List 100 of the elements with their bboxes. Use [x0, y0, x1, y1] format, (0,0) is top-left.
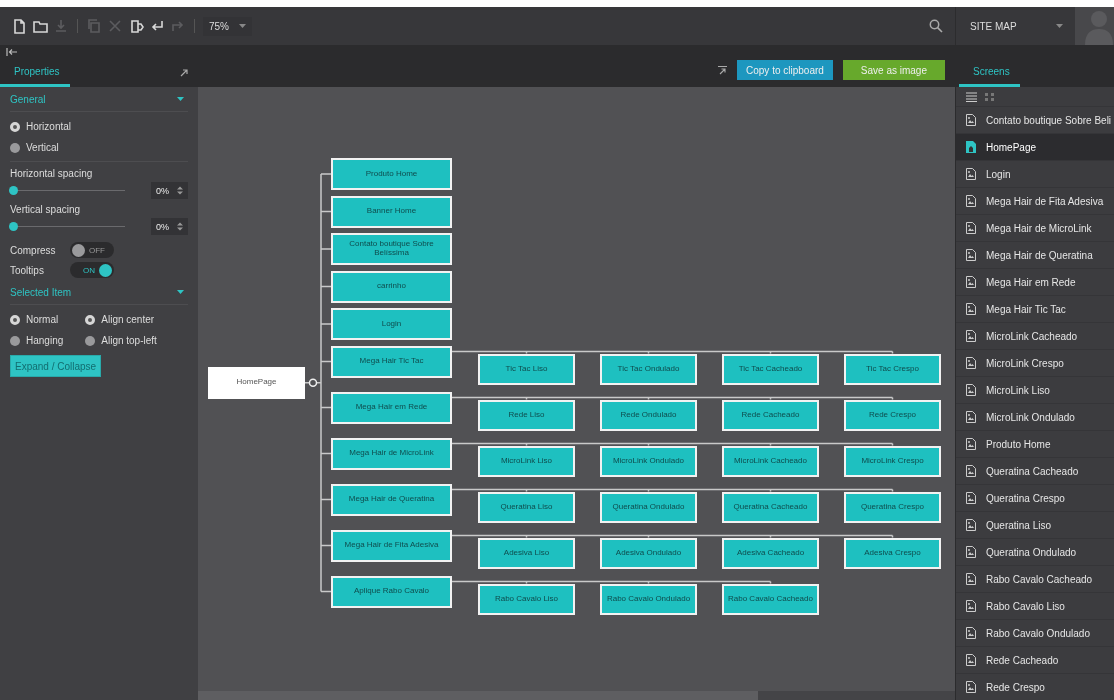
- search-icon[interactable]: [929, 19, 943, 33]
- diagram-node[interactable]: Queratina Crespo: [844, 491, 941, 523]
- screen-item[interactable]: Login: [956, 160, 1114, 187]
- section-header[interactable]: Selected Item: [10, 280, 188, 305]
- diagram-node[interactable]: MicroLink Cacheado: [722, 445, 819, 477]
- radio-option[interactable]: Normal: [10, 314, 64, 325]
- toggle-switch[interactable]: OFF: [70, 242, 114, 258]
- caret-icon[interactable]: [239, 24, 246, 28]
- screen-item[interactable]: MicroLink Liso: [956, 376, 1114, 403]
- screen-item[interactable]: Produto Home: [956, 430, 1114, 457]
- diagram-node[interactable]: Rabo Cavalo Ondulado: [600, 583, 697, 615]
- diagram-node[interactable]: Queratina Liso: [478, 491, 575, 523]
- folder-icon[interactable]: [32, 18, 48, 34]
- image-page-icon: [966, 303, 976, 315]
- screen-item[interactable]: Queratina Liso: [956, 511, 1114, 538]
- diagram-node[interactable]: Adesiva Liso: [478, 537, 575, 569]
- screen-item[interactable]: Rede Cacheado: [956, 646, 1114, 673]
- screen-item[interactable]: Mega Hair Tic Tac: [956, 295, 1114, 322]
- diagram-node[interactable]: Rede Cacheado: [722, 399, 819, 431]
- image-page-icon: [966, 627, 976, 639]
- diagram-node[interactable]: Rabo Cavalo Liso: [478, 583, 575, 615]
- screen-item[interactable]: MicroLink Crespo: [956, 349, 1114, 376]
- diagram-node[interactable]: Contato boutique Sobre Belíssima: [331, 233, 452, 265]
- diagram-node[interactable]: MicroLink Ondulado: [600, 445, 697, 477]
- diagram-node[interactable]: MicroLink Crespo: [844, 445, 941, 477]
- paste-icon[interactable]: [128, 18, 144, 34]
- diagram-node[interactable]: Banner Home: [331, 195, 452, 228]
- diagram-node[interactable]: Mega Hair em Rede: [331, 391, 452, 424]
- list-view-icon[interactable]: [966, 91, 977, 102]
- connector-line: [304, 382, 310, 384]
- diagram-node[interactable]: Aplique Rabo Cavalo: [331, 575, 452, 608]
- expand-icon[interactable]: [718, 65, 727, 75]
- diagram-node[interactable]: Mega Hair de Fita Adesiva: [331, 529, 452, 562]
- screen-item[interactable]: Rabo Cavalo Cacheado: [956, 565, 1114, 592]
- screen-item[interactable]: MicroLink Ondulado: [956, 403, 1114, 430]
- radio-option[interactable]: Hanging: [10, 335, 64, 346]
- image-page-icon: [966, 519, 976, 531]
- screen-item[interactable]: Mega Hair de Fita Adesiva: [956, 187, 1114, 214]
- radio-option[interactable]: Vertical: [10, 142, 188, 153]
- diagram-node[interactable]: Tic Tac Liso: [478, 353, 575, 385]
- copy-button[interactable]: Copy to clipboard: [737, 60, 833, 80]
- caret-icon[interactable]: [177, 290, 184, 294]
- toggle-switch[interactable]: ON: [70, 262, 114, 278]
- screen-item[interactable]: Queratina Ondulado: [956, 538, 1114, 565]
- spinner-icon[interactable]: [177, 222, 183, 231]
- screen-item[interactable]: HomePage: [956, 133, 1114, 160]
- screen-item[interactable]: Queratina Crespo: [956, 484, 1114, 511]
- diagram-node[interactable]: Mega Hair Tic Tac: [331, 345, 452, 378]
- image-page-icon: [966, 411, 976, 423]
- screen-item[interactable]: MicroLink Cacheado: [956, 322, 1114, 349]
- diagram-node[interactable]: Tic Tac Cacheado: [722, 353, 819, 385]
- section-header[interactable]: General: [10, 87, 188, 112]
- diagram-node[interactable]: Adesiva Cacheado: [722, 537, 819, 569]
- diagram-node[interactable]: Rede Liso: [478, 399, 575, 431]
- image-page-icon: [966, 249, 976, 261]
- diagram-node[interactable]: Adesiva Ondulado: [600, 537, 697, 569]
- diagram-node[interactable]: Rede Ondulado: [600, 399, 697, 431]
- radio-option[interactable]: Horizontal: [10, 121, 188, 132]
- diagram-node[interactable]: Tic Tac Crespo: [844, 353, 941, 385]
- diagram-node[interactable]: HomePage: [208, 366, 305, 399]
- slider-label: Vertical spacing: [10, 204, 82, 215]
- diagram-node[interactable]: carrinho: [331, 270, 452, 303]
- screen-item[interactable]: Rabo Cavalo Ondulado: [956, 619, 1114, 646]
- screen-item[interactable]: Queratina Cacheado: [956, 457, 1114, 484]
- number-field[interactable]: 0%: [151, 182, 188, 199]
- radio-option[interactable]: Align top-left: [85, 335, 157, 346]
- image-page-icon: [966, 492, 976, 504]
- screen-item[interactable]: Mega Hair em Rede: [956, 268, 1114, 295]
- diagram-node[interactable]: Mega Hair de MicroLink: [331, 437, 452, 470]
- diagram-node[interactable]: Queratina Cacheado: [722, 491, 819, 523]
- save-button[interactable]: Save as image: [842, 60, 945, 80]
- image-page-icon: [966, 384, 976, 396]
- diagram-node[interactable]: Adesiva Crespo: [844, 537, 941, 569]
- diagram-node[interactable]: Queratina Ondulado: [600, 491, 697, 523]
- image-page-icon: [966, 654, 976, 666]
- zoom-dropdown[interactable]: 75%: [203, 16, 252, 36]
- expand-collapse-button[interactable]: Expand / Collapse: [10, 355, 102, 377]
- expand-icon[interactable]: [180, 69, 188, 77]
- grid-view-icon[interactable]: [984, 91, 995, 102]
- radio-option[interactable]: Align center: [85, 314, 157, 325]
- diagram-node[interactable]: MicroLink Liso: [478, 445, 575, 477]
- diagram-node[interactable]: Mega Hair de Queratina: [331, 483, 452, 516]
- new-file-icon[interactable]: [11, 18, 27, 34]
- diagram-node[interactable]: Tic Tac Ondulado: [600, 353, 697, 385]
- screen-item[interactable]: Mega Hair de Queratina: [956, 241, 1114, 268]
- image-page-icon: [966, 600, 976, 612]
- caret-icon[interactable]: [177, 97, 184, 101]
- spinner-icon[interactable]: [177, 186, 183, 195]
- diagram-node[interactable]: Rabo Cavalo Cacheado: [722, 583, 819, 615]
- caret-icon[interactable]: [1056, 24, 1063, 28]
- screen-item[interactable]: Rabo Cavalo Liso: [956, 592, 1114, 619]
- screen-item[interactable]: Mega Hair de MicroLink: [956, 214, 1114, 241]
- number-field[interactable]: 0%: [151, 218, 188, 235]
- diagram-node[interactable]: Login: [331, 308, 452, 340]
- screen-item[interactable]: Rede Crespo: [956, 673, 1114, 700]
- diagram-node[interactable]: Produto Home: [331, 158, 452, 190]
- connector-node-icon[interactable]: [308, 378, 318, 387]
- collapse-icon[interactable]: [6, 48, 18, 56]
- diagram-node[interactable]: Rede Crespo: [844, 399, 941, 431]
- scrollbar[interactable]: [198, 691, 955, 700]
